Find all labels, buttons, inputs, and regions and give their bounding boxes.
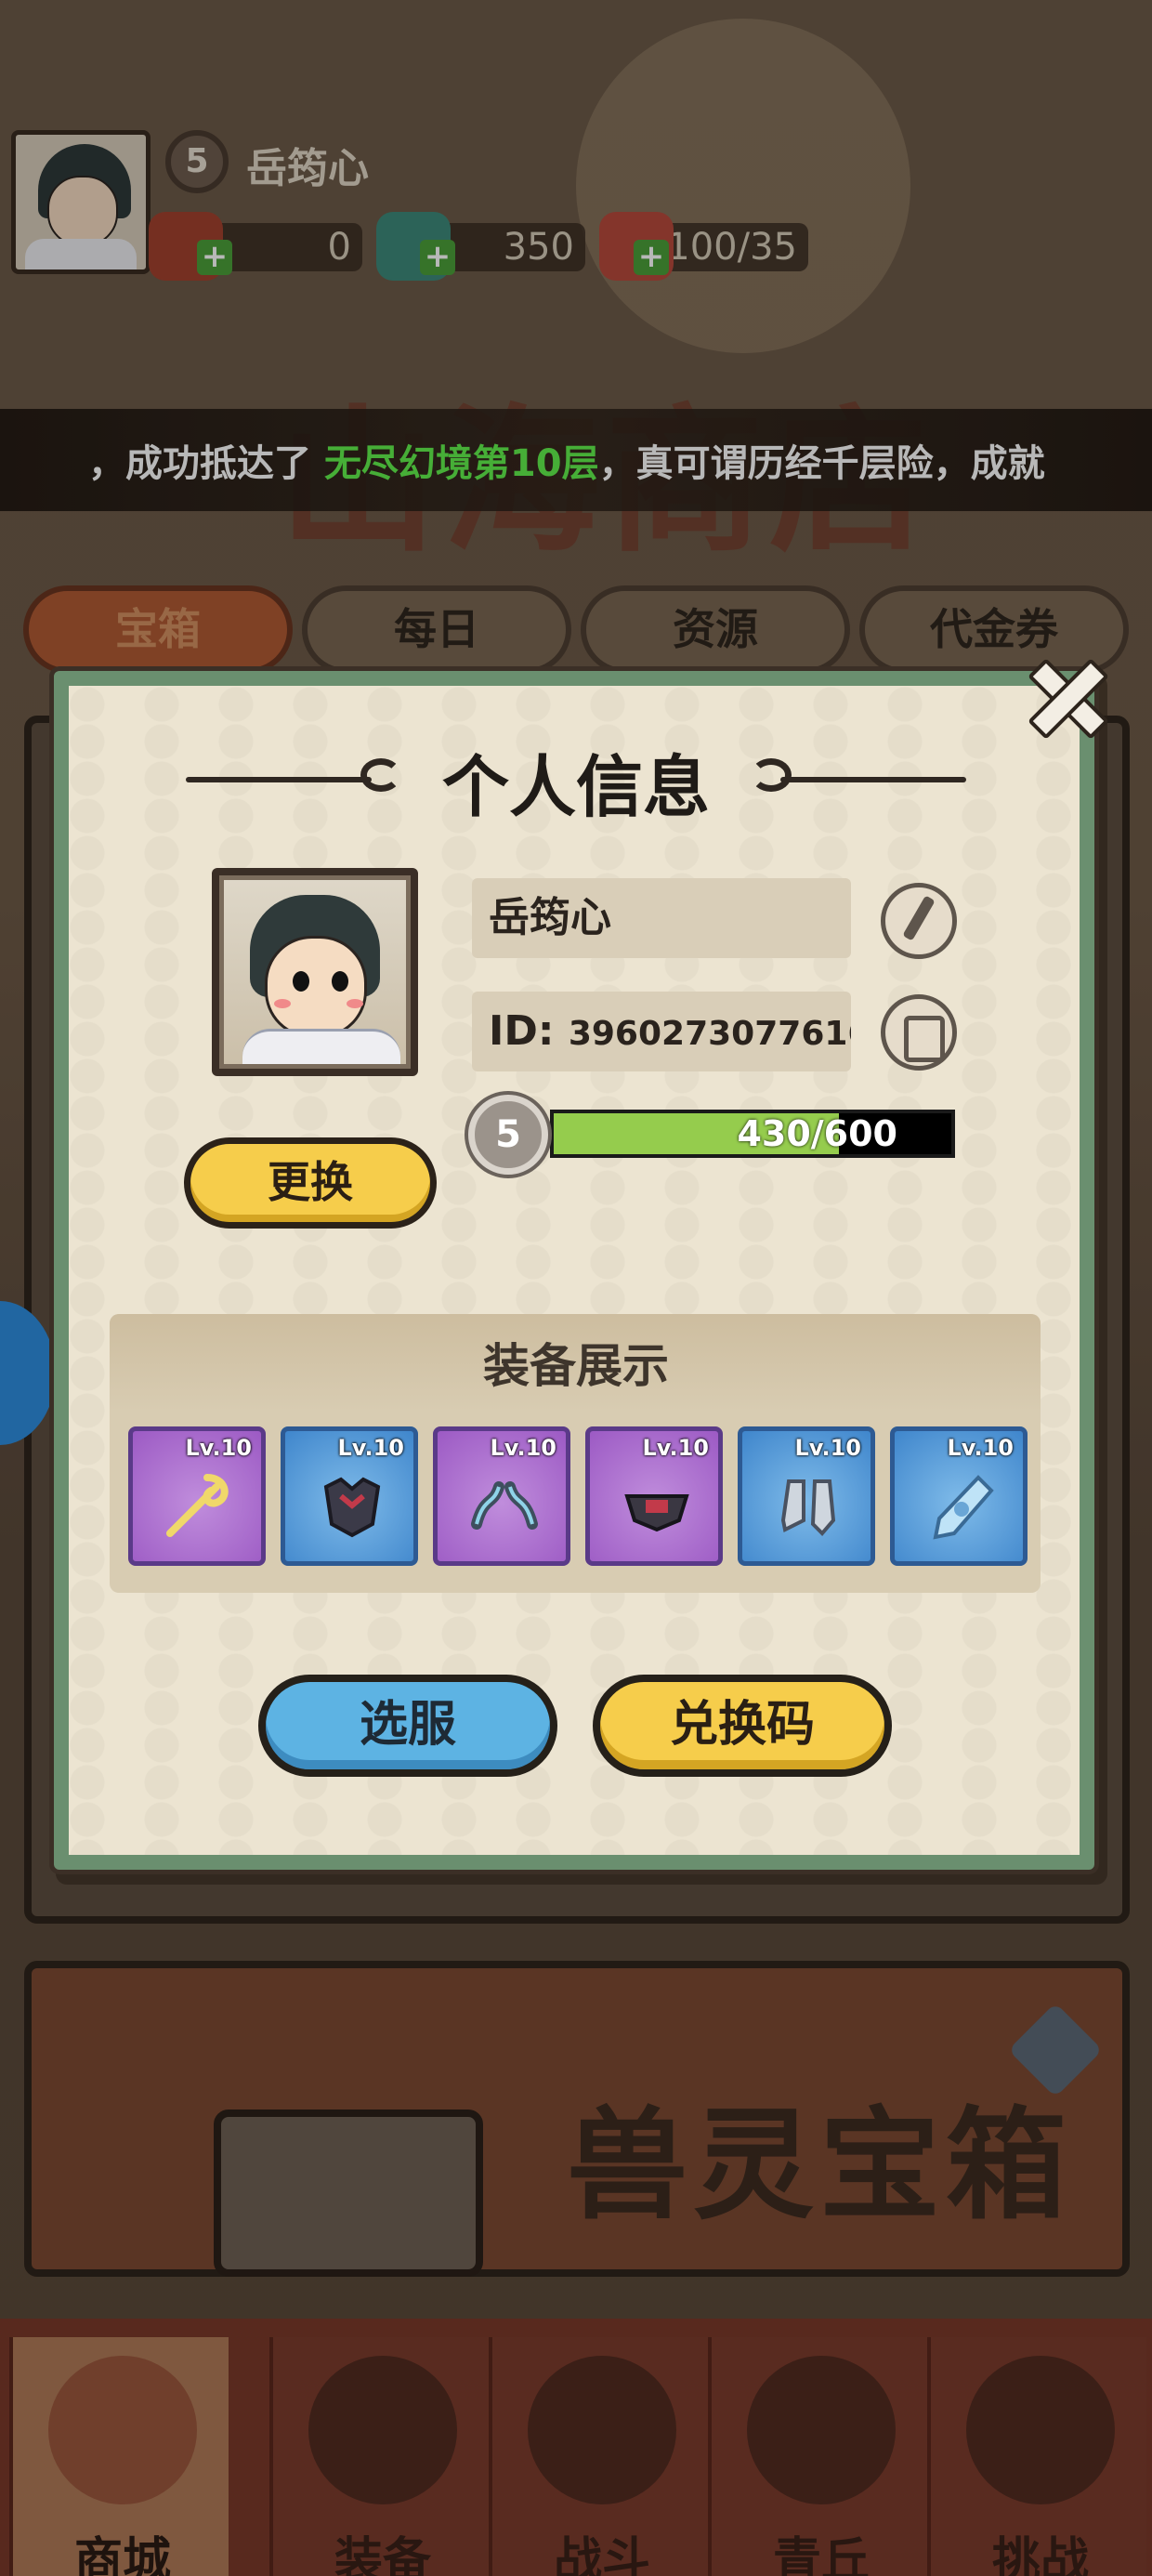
- tab-chest[interactable]: 宝箱: [23, 585, 293, 674]
- ticker-highlight: 无尽幻境第10层: [323, 442, 599, 485]
- equipment-level: Lv.10: [490, 1435, 557, 1461]
- avatar-blush-left: [274, 999, 291, 1008]
- player-id-field: ID: 396027307761664: [472, 992, 851, 1071]
- player-avatar-small[interactable]: [11, 130, 151, 274]
- nav-battle-label: 战斗: [553, 2533, 650, 2576]
- xp-bar: 430/600: [550, 1110, 955, 1158]
- equipment-slot[interactable]: Lv.10: [281, 1426, 418, 1566]
- add-stamina-button[interactable]: +: [634, 240, 669, 275]
- nav-challenge[interactable]: 挑战: [927, 2337, 1146, 2576]
- edit-name-icon[interactable]: [881, 883, 957, 959]
- avatar-face: [265, 936, 367, 1038]
- modal-title: 个人信息: [441, 748, 710, 826]
- id-label: ID:: [489, 1007, 555, 1055]
- nav-battle[interactable]: 战斗: [489, 2337, 708, 2576]
- equipment-level: Lv.10: [642, 1435, 710, 1461]
- nav-qingqiu[interactable]: 青丘: [708, 2337, 927, 2576]
- select-server-button[interactable]: 选服: [258, 1675, 557, 1777]
- beast-chest-title: 兽灵宝箱: [567, 2094, 1073, 2236]
- background-moon: [576, 19, 910, 353]
- equipment-level: Lv.10: [947, 1435, 1015, 1461]
- avatar-scarf: [242, 1029, 400, 1064]
- equipment-slot[interactable]: Lv.10: [738, 1426, 875, 1566]
- id-value: 396027307761664: [568, 1015, 851, 1053]
- amulet-icon: [933, 1475, 994, 1540]
- change-avatar-button[interactable]: 更换: [184, 1137, 437, 1229]
- avatar-portrait: [219, 875, 411, 1069]
- bracer-icon: [471, 1481, 538, 1530]
- player-avatar: [212, 868, 418, 1076]
- equipment-level: Lv.10: [794, 1435, 862, 1461]
- player-name-field: 岳筠心: [472, 878, 851, 958]
- nav-qingqiu-label: 青丘: [772, 2533, 870, 2576]
- mountain-icon: [747, 2356, 896, 2504]
- belt-icon: [624, 1494, 689, 1532]
- equipment-level: Lv.10: [185, 1435, 253, 1461]
- player-name-small: 岳筠心: [246, 145, 369, 192]
- helmet-icon: [308, 2356, 457, 2504]
- nav-shop[interactable]: 商城: [9, 2337, 229, 2576]
- equipment-slot[interactable]: Lv.10: [128, 1426, 266, 1566]
- tab-resources[interactable]: 资源: [581, 585, 850, 674]
- profile-modal: [54, 671, 1094, 1870]
- copy-id-icon[interactable]: [881, 994, 957, 1071]
- orb-icon: [966, 2356, 1115, 2504]
- treasure-chest-icon: [214, 2109, 483, 2277]
- ticker-text-after: ，真可谓历经千层险，成就: [598, 442, 1045, 485]
- nav-shop-label: 商城: [73, 2533, 171, 2576]
- add-currency-b-button[interactable]: +: [420, 240, 455, 275]
- player-level-badge-small: 5: [165, 130, 229, 193]
- ticker-text: ，成功抵达了 无尽幻境第10层，真可谓历经千层险，成就: [88, 433, 1054, 487]
- tab-daily[interactable]: 每日: [302, 585, 571, 674]
- shop-icon: [48, 2356, 197, 2504]
- equipment-title: 装备展示: [483, 1339, 669, 1393]
- add-currency-a-button[interactable]: +: [197, 240, 232, 275]
- avatar-blush-right: [347, 999, 363, 1008]
- close-button[interactable]: [1020, 651, 1109, 740]
- boots-icon: [780, 1479, 836, 1536]
- crossed-swords-icon: [528, 2356, 676, 2504]
- nav-equipment[interactable]: 装备: [269, 2337, 489, 2576]
- nav-equipment-label: 装备: [334, 2533, 431, 2576]
- equipment-slot[interactable]: Lv.10: [433, 1426, 570, 1566]
- nav-challenge-label: 挑战: [991, 2533, 1089, 2576]
- equipment-level: Lv.10: [337, 1435, 405, 1461]
- armor-icon: [323, 1477, 381, 1538]
- ticker-text-before: ，成功抵达了: [88, 442, 324, 485]
- redeem-code-button[interactable]: 兑换码: [593, 1675, 892, 1777]
- modal-pattern: [69, 686, 1080, 1855]
- equipment-slot[interactable]: Lv.10: [585, 1426, 723, 1566]
- equipment-slot[interactable]: Lv.10: [890, 1426, 1028, 1566]
- xp-text: 430/600: [737, 1113, 897, 1154]
- staff-icon: [166, 1474, 229, 1537]
- avatar-eye-right: [332, 971, 348, 992]
- avatar-eye-left: [293, 971, 309, 992]
- player-level-badge: 5: [468, 1095, 548, 1175]
